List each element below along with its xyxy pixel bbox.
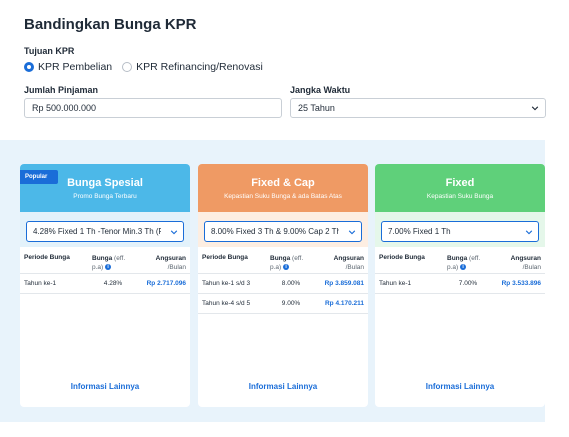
radio-label: KPR Pembelian xyxy=(38,61,113,73)
table-row: Tahun ke-1 s/d 3 8.00% Rp 3.859.081 xyxy=(198,274,368,294)
installment-header: Angsuran xyxy=(155,255,186,262)
card-bunga-spesial: Popular Bunga Spesial Promo Bunga Terbar… xyxy=(20,164,190,407)
period-header: Periode Bunga xyxy=(24,254,70,261)
rate-header: Bunga xyxy=(447,255,468,262)
installment-header: Angsuran xyxy=(510,255,541,262)
chevron-down-icon xyxy=(531,106,539,111)
table-row: Tahun ke-1 4.28% Rp 2.717.096 xyxy=(20,274,190,294)
rate-select-value: 8.00% Fixed 3 Th & 9.00% Cap 2 Th xyxy=(211,227,339,236)
radio-unchecked-icon xyxy=(122,62,133,72)
radio-checked-icon xyxy=(24,62,34,72)
purpose-label: Tujuan KPR xyxy=(24,46,75,56)
rate-select[interactable]: 7.00% Fixed 1 Th xyxy=(381,221,539,242)
period-header: Periode Bunga xyxy=(379,254,425,261)
table-header: Periode Bunga Bunga (eff. p.a) i Angsuran… xyxy=(375,247,545,274)
table-header: Periode Bunga Bunga (eff. p.a) i Angsuran… xyxy=(198,247,368,274)
radio-kpr-refinancing[interactable]: KPR Refinancing/Renovasi xyxy=(122,61,263,73)
info-icon[interactable]: i xyxy=(105,264,112,271)
purpose-radio-group: KPR Pembelian KPR Refinancing/Renovasi xyxy=(24,61,273,73)
rate-select[interactable]: 4.28% Fixed 1 Th -Tenor Min.3 Th (Promo) xyxy=(26,221,184,242)
rate-header: Bunga xyxy=(92,255,113,262)
more-info-link[interactable]: Informasi Lainnya xyxy=(375,382,545,391)
card-header: Fixed & Cap Kepastian Suku Bunga & ada B… xyxy=(198,164,368,212)
table-row: Tahun ke-4 s/d 5 9.00% Rp 4.170.211 xyxy=(198,294,368,314)
info-icon[interactable]: i xyxy=(460,264,467,271)
card-fixed: Fixed Kepastian Suku Bunga 7.00% Fixed 1… xyxy=(375,164,545,407)
info-icon[interactable]: i xyxy=(283,264,290,271)
card-header: Fixed Kepastian Suku Bunga xyxy=(375,164,545,212)
radio-kpr-pembelian[interactable]: KPR Pembelian xyxy=(24,61,112,73)
term-select[interactable]: 25 Tahun xyxy=(290,98,546,118)
rate-select-value: 7.00% Fixed 1 Th xyxy=(388,227,451,236)
chevron-down-icon xyxy=(525,230,533,235)
loan-amount-label: Jumlah Pinjaman xyxy=(24,85,99,95)
table-row: Tahun ke-1 7.00% Rp 3.533.896 xyxy=(375,274,545,294)
card-subtitle: Kepastian Suku Bunga xyxy=(426,193,494,200)
card-subtitle: Promo Bunga Terbaru xyxy=(73,193,137,200)
radio-label: KPR Refinancing/Renovasi xyxy=(136,61,263,73)
page-title: Bandingkan Bunga KPR xyxy=(24,16,197,33)
card-title: Fixed xyxy=(445,177,475,189)
more-info-link[interactable]: Informasi Lainnya xyxy=(20,382,190,391)
loan-amount-input[interactable]: Rp 500.000.000 xyxy=(24,98,282,118)
card-header: Popular Bunga Spesial Promo Bunga Terbar… xyxy=(20,164,190,212)
loan-amount-value: Rp 500.000.000 xyxy=(32,103,97,113)
popular-badge: Popular xyxy=(20,170,58,184)
rate-header: Bunga xyxy=(270,255,291,262)
card-title: Fixed & Cap xyxy=(251,177,315,189)
more-info-link[interactable]: Informasi Lainnya xyxy=(198,382,368,391)
chevron-down-icon xyxy=(170,230,178,235)
rate-select-value: 4.28% Fixed 1 Th -Tenor Min.3 Th (Promo) xyxy=(33,227,161,236)
term-value: 25 Tahun xyxy=(298,103,335,113)
card-subtitle: Kepastian Suku Bunga & ada Batas Atas xyxy=(224,193,342,200)
term-label: Jangka Waktu xyxy=(290,85,351,95)
table-header: Periode Bunga Bunga (eff. p.a) i Angsuran… xyxy=(20,247,190,274)
period-header: Periode Bunga xyxy=(202,254,248,261)
installment-header: Angsuran xyxy=(333,255,364,262)
card-fixed-cap: Fixed & Cap Kepastian Suku Bunga & ada B… xyxy=(198,164,368,407)
chevron-down-icon xyxy=(348,230,356,235)
rate-select[interactable]: 8.00% Fixed 3 Th & 9.00% Cap 2 Th xyxy=(204,221,362,242)
